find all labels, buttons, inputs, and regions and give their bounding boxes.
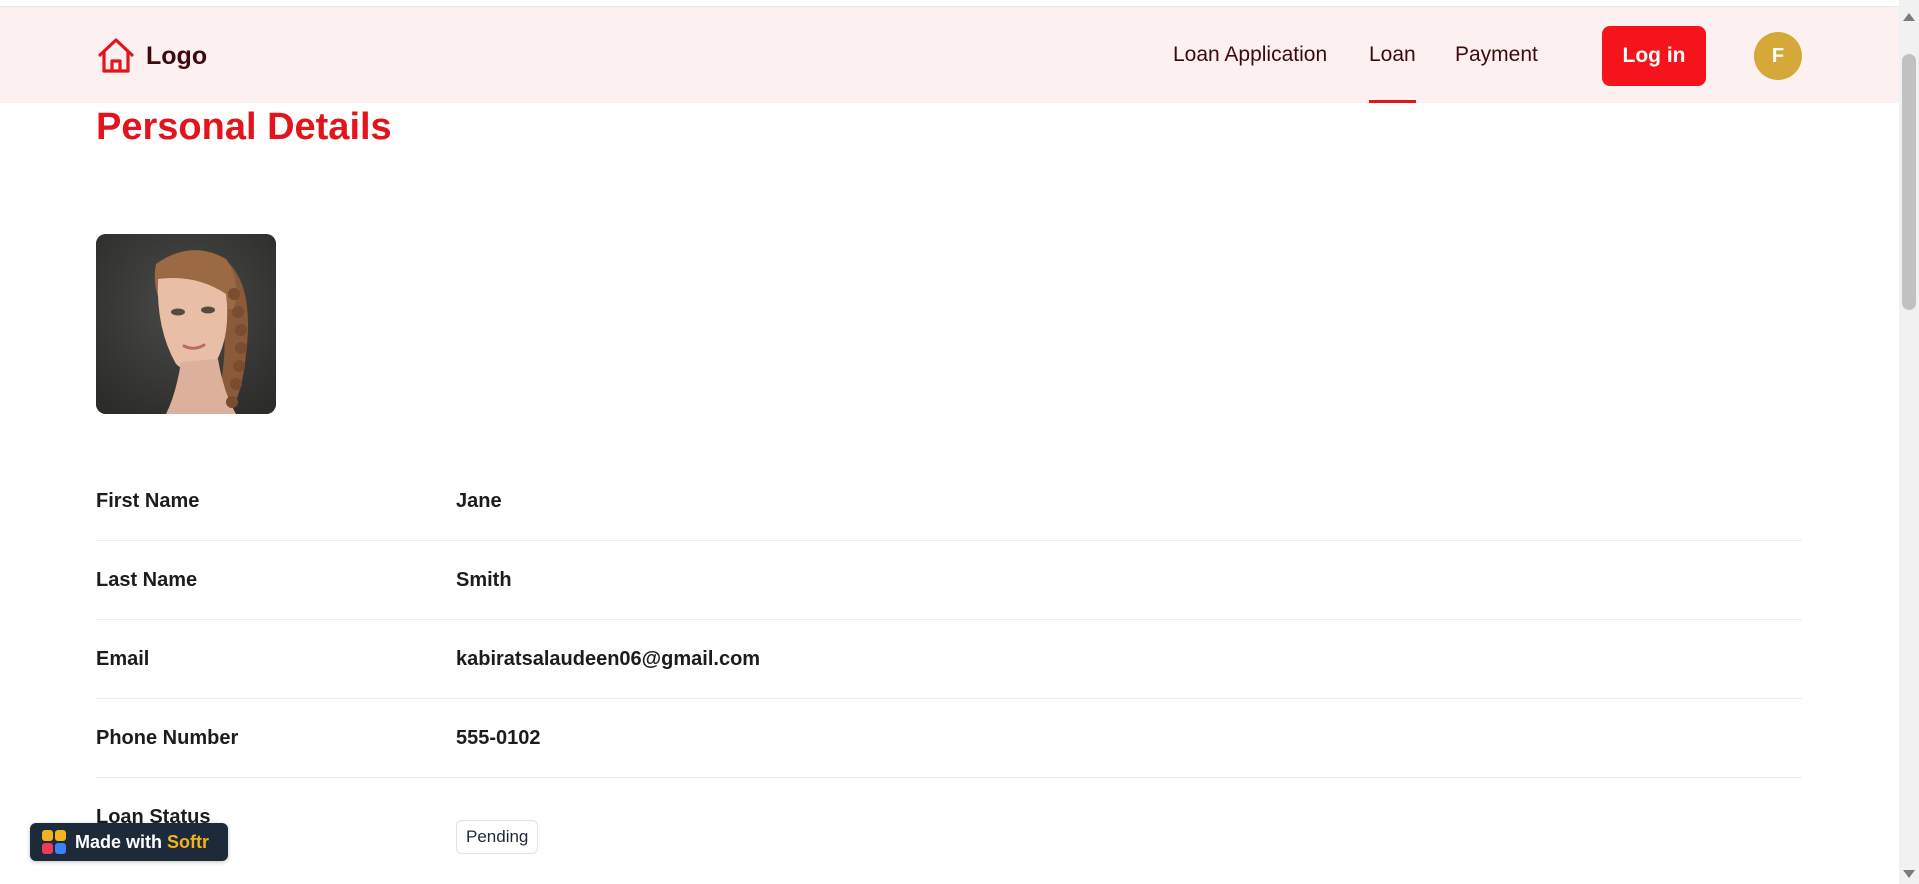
- browser-top-strip: [0, 0, 1899, 7]
- softr-badge-text: Made with Softr: [75, 832, 209, 853]
- logo-text: Logo: [146, 41, 208, 70]
- detail-label: Email: [96, 648, 150, 670]
- profile-photo: [96, 234, 276, 414]
- detail-row-last-name: Last Name Smith: [96, 541, 1802, 620]
- detail-value: 555-0102: [456, 727, 541, 749]
- status-badge: Pending: [456, 820, 539, 854]
- softr-badge-brand: Softr: [167, 831, 210, 852]
- logo-link[interactable]: Logo: [96, 35, 207, 77]
- login-button[interactable]: Log in: [1602, 26, 1706, 86]
- page-title: Personal Details: [96, 106, 392, 148]
- nav-loan-application[interactable]: Loan Application: [1173, 7, 1327, 103]
- detail-label: First Name: [96, 490, 200, 512]
- scroll-up-arrow-icon[interactable]: [1903, 13, 1915, 21]
- detail-label: Phone Number: [96, 727, 239, 749]
- detail-value: Smith: [456, 569, 512, 591]
- user-avatar[interactable]: F: [1754, 32, 1802, 80]
- made-with-softr-badge[interactable]: Made with Softr: [30, 823, 228, 861]
- detail-row-phone-number: Phone Number 555-0102: [96, 699, 1802, 778]
- detail-value: Jane: [456, 490, 502, 512]
- detail-row-email: Email kabiratsalaudeen06@gmail.com: [96, 620, 1802, 699]
- nav-payment[interactable]: Payment: [1455, 7, 1538, 103]
- detail-row-loan-status: Loan Status Pending: [96, 778, 1802, 857]
- scroll-down-arrow-icon[interactable]: [1903, 870, 1915, 878]
- house-icon: [96, 36, 136, 76]
- softr-badge-prefix: Made with: [75, 831, 163, 852]
- vertical-scrollbar[interactable]: [1899, 0, 1919, 884]
- scrollbar-thumb[interactable]: [1902, 54, 1916, 310]
- detail-row-first-name: First Name Jane: [96, 462, 1802, 541]
- detail-value: kabiratsalaudeen06@gmail.com: [456, 648, 761, 670]
- detail-label: Last Name: [96, 569, 198, 591]
- softr-logo-icon: [42, 830, 66, 854]
- personal-details-list: First Name Jane Last Name Smith Email ka…: [96, 462, 1802, 857]
- nav-loan[interactable]: Loan: [1369, 7, 1416, 103]
